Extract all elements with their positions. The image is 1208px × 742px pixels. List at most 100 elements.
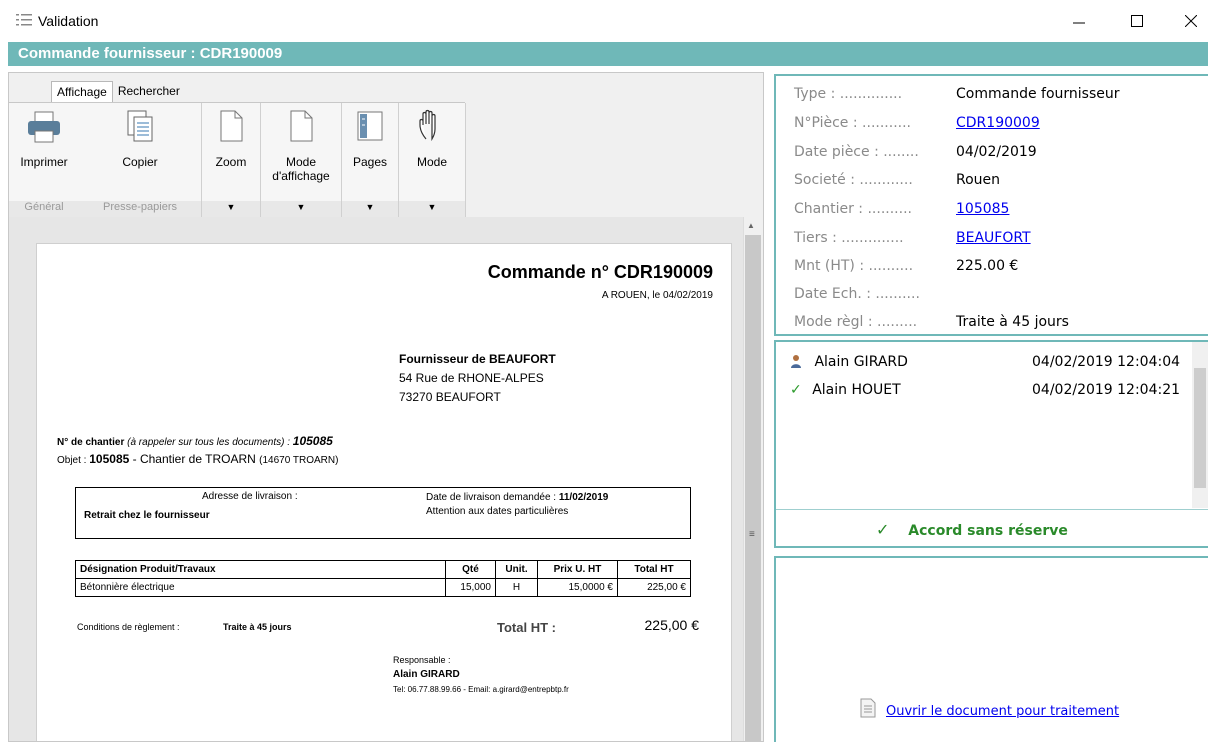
display-mode-label-line2: d'affichage [272, 169, 330, 183]
dropdown-arrow-icon: ▼ [365, 202, 375, 212]
title-bar: Validation [0, 0, 1208, 42]
document-preview[interactable]: Commande n° CDR190009 A ROUEN, le 04/02/… [9, 217, 743, 741]
list-item[interactable]: Alain GIRARD 04/02/2019 12:04:04 [790, 354, 1190, 370]
delivery-date-value: 11/02/2019 [558, 492, 609, 503]
dropdown-arrow-icon: ▼ [427, 202, 437, 212]
manager-name: Alain GIRARD [393, 669, 460, 680]
delivery-date-line: Date de livraison demandée : 11/02/2019 [426, 492, 608, 503]
list-icon [16, 14, 32, 26]
mode-dropdown[interactable]: ▼ [399, 201, 465, 217]
action-panel: Ouvrir le document pour traitement [774, 556, 1208, 742]
info-piece-row: N°Pièce : ........... CDR190009 [794, 115, 1040, 131]
display-mode-label: Mode d'affichage [261, 155, 341, 183]
info-type-value: Commande fournisseur [956, 86, 1120, 102]
ribbon-separator [465, 103, 466, 217]
group-general: Général [9, 201, 79, 217]
user-icon [791, 355, 801, 368]
check-icon: ✓ [790, 382, 802, 398]
document-icon [860, 698, 876, 718]
approval-list[interactable]: Alain GIRARD 04/02/2019 12:04:04 ✓ Alain… [776, 342, 1208, 510]
info-site-row: Chantier : .......... 105085 [794, 201, 1009, 217]
vertical-scrollbar[interactable]: ▲ ≡ [743, 217, 763, 741]
object-zip: (14670 TROARN) [259, 455, 339, 466]
list-item[interactable]: ✓ Alain HOUET 04/02/2019 12:04:21 [790, 382, 1190, 398]
info-company-value: Rouen [956, 172, 1001, 188]
info-site-link[interactable]: 105085 [956, 201, 1009, 217]
pages-button[interactable]: Pages [342, 103, 398, 199]
info-site-label: Chantier : .......... [794, 201, 912, 217]
site-line: N° de chantier (à rappeler sur tous les … [57, 434, 333, 448]
scroll-up-icon[interactable]: ▲ [747, 221, 755, 230]
page-title: Commande fournisseur : CDR190009 [8, 42, 1208, 66]
pages-icon [357, 111, 383, 141]
approval-datetime: 04/02/2019 12:04:04 [1032, 354, 1181, 370]
printer-icon [28, 111, 60, 143]
ribbon-tabs: Affichage Rechercher [51, 81, 185, 103]
approval-status-label: Accord sans réserve [908, 523, 1068, 539]
approval-scrollbar[interactable] [1192, 342, 1208, 508]
display-mode-label-line1: Mode [285, 155, 317, 169]
info-payment-row: Mode règl : ......... Traite à 45 jours [794, 314, 1069, 330]
zoom-dropdown[interactable]: ▼ [202, 201, 260, 217]
close-icon [1185, 15, 1197, 27]
approver-name: Alain HOUET [812, 382, 901, 398]
info-due-row: Date Ech. : .......... [794, 286, 920, 302]
tab-rechercher[interactable]: Rechercher [113, 81, 185, 103]
info-payment-label: Mode règl : ......... [794, 314, 918, 330]
minimize-button[interactable] [1064, 8, 1094, 34]
object-label: Objet : [57, 455, 90, 466]
table-cell: 15,0000 € [537, 578, 618, 597]
open-document-link[interactable]: Ouvrir le document pour traitement [886, 704, 1119, 719]
dropdown-arrow-icon: ▼ [296, 202, 306, 212]
info-third-label: Tiers : .............. [794, 230, 904, 246]
zoom-label: Zoom [215, 155, 247, 169]
supplier-city: 73270 BEAUFORT [399, 390, 501, 404]
maximize-button[interactable] [1122, 8, 1152, 34]
delivery-address-value: Retrait chez le fournisseur [84, 510, 210, 521]
info-type-row: Type : .............. Commande fournisseu… [794, 86, 1120, 102]
table-row: Bétonnière électrique 15,000 H 15,0000 €… [75, 578, 691, 597]
info-piece-link[interactable]: CDR190009 [956, 115, 1040, 131]
display-mode-button[interactable]: Mode d'affichage [261, 103, 341, 199]
zoom-button[interactable]: Zoom [202, 103, 260, 199]
print-button[interactable]: Imprimer [9, 103, 79, 199]
approval-datetime: 04/02/2019 12:04:21 [1032, 382, 1181, 398]
scrollbar-thumb[interactable] [1194, 368, 1206, 488]
info-date-label: Date pièce : ........ [794, 144, 919, 160]
site-hint: (à rappeler sur tous les documents) : [127, 437, 290, 448]
mode-button[interactable]: Mode [399, 103, 465, 199]
report-viewer-pane: Affichage Rechercher Imprimer Copier Zoo… [8, 72, 764, 742]
info-company-label: Societé : ............ [794, 172, 913, 188]
close-button[interactable] [1176, 8, 1206, 34]
delivery-date-label: Date de livraison demandée : [426, 492, 559, 503]
table-cell: 15,000 [445, 578, 496, 597]
table-header-unit-price: Prix U. HT [537, 560, 618, 579]
minimize-icon [1073, 22, 1085, 24]
table-cell: 225,00 € [617, 578, 691, 597]
check-icon: ✓ [876, 520, 890, 539]
delivery-address-label: Adresse de livraison : [202, 491, 298, 502]
maximize-icon [1131, 15, 1143, 27]
info-third-link[interactable]: BEAUFORT [956, 230, 1031, 246]
table-header-row: Désignation Produit/Travaux Qté Unit. Pr… [75, 560, 691, 579]
table-header-designation: Désignation Produit/Travaux [75, 560, 446, 579]
approver-name: Alain GIRARD [814, 354, 908, 370]
info-amount-row: Mnt (HT) : .......... 225.00 € [794, 258, 1018, 274]
pages-dropdown[interactable]: ▼ [342, 201, 398, 217]
manager-label: Responsable : [393, 655, 451, 665]
group-clipboard: Presse-papiers [79, 201, 201, 217]
supplier-name: Fournisseur de BEAUFORT [399, 352, 556, 366]
delivery-box: Adresse de livraison : Retrait chez le f… [75, 487, 691, 539]
copy-label: Copier [122, 155, 158, 169]
supplier-street: 54 Rue de RHONE-ALPES [399, 371, 544, 385]
info-amount-label: Mnt (HT) : .......... [794, 258, 914, 274]
print-label: Imprimer [20, 155, 68, 169]
site-label: N° de chantier [57, 437, 125, 448]
copy-button[interactable]: Copier [79, 103, 201, 199]
scrollbar-thumb[interactable]: ≡ [745, 235, 761, 741]
tab-affichage[interactable]: Affichage [51, 81, 113, 103]
display-mode-dropdown[interactable]: ▼ [261, 201, 341, 217]
window-title: Validation [38, 13, 99, 29]
ribbon: Imprimer Copier Zoom Mode d'affichage Pa… [9, 102, 466, 217]
copy-icon [127, 110, 153, 142]
